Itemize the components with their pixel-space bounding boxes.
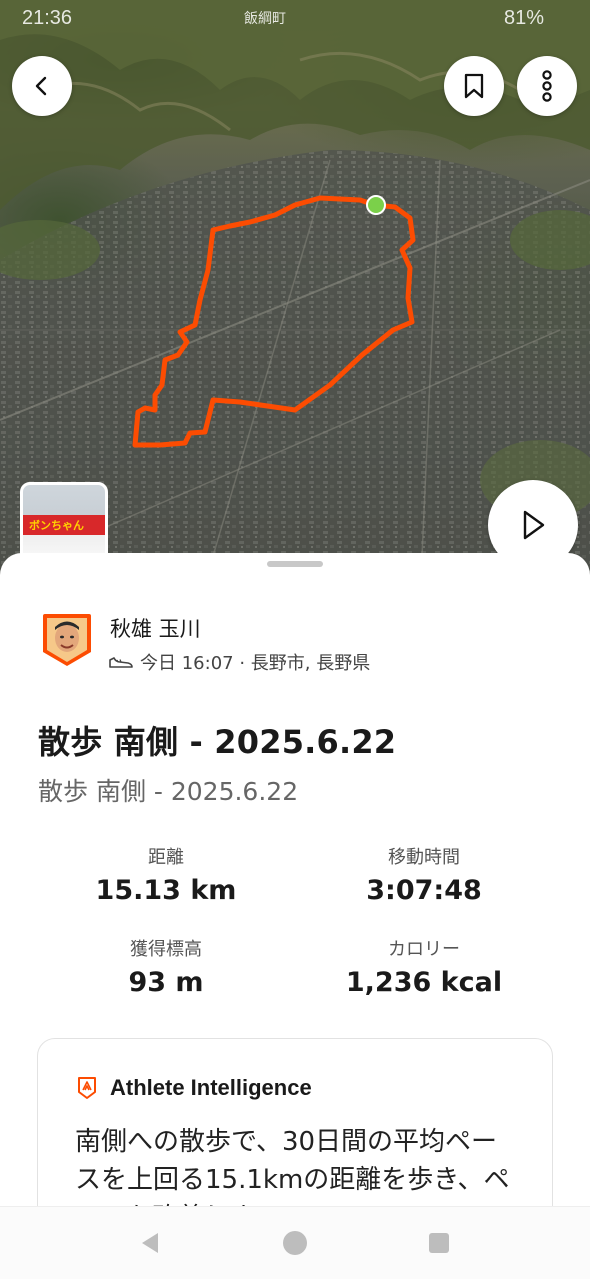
stat-value: 15.13 km: [95, 875, 237, 906]
athlete-avatar[interactable]: [41, 612, 93, 668]
activity-meta: 今日 16:07 · 長野市, 長野県: [108, 649, 370, 675]
route-line: [132, 195, 416, 448]
status-bar: 21:36 飯綱町 81%: [0, 0, 590, 36]
stat-label: 移動時間: [388, 847, 460, 868]
stat-value: 3:07:48: [366, 875, 482, 906]
back-button[interactable]: [12, 56, 72, 116]
stat-calories: カロリー 1,236 kcal: [294, 935, 554, 998]
stat-label: 獲得標高: [130, 939, 202, 960]
start-marker: [366, 195, 386, 215]
athlete-intelligence-title: Athlete Intelligence: [110, 1075, 312, 1100]
stat-label: 距離: [148, 847, 184, 868]
activity-title: 散歩 南側 - 2025.6.22: [38, 723, 397, 761]
stat-value: 1,236 kcal: [345, 967, 503, 998]
status-carrier: 飯綱町: [244, 10, 286, 26]
bookmark-button[interactable]: [444, 56, 504, 116]
athlete-intelligence-icon: [78, 1077, 96, 1099]
play-icon: [523, 510, 545, 540]
athlete-intelligence-card[interactable]: Athlete Intelligence 南側への散歩で、30日間の平均ペースを…: [37, 1038, 553, 1213]
activity-description: 散歩 南側 - 2025.6.22: [38, 777, 299, 806]
stat-elevation-gain: 獲得標高 93 m: [36, 935, 296, 998]
sheet-drag-handle[interactable]: [267, 561, 323, 567]
nav-home-icon[interactable]: [282, 1230, 308, 1256]
activity-sheet: 秋雄 玉川 今日 16:07 · 長野市, 長野県 散歩 南側 - 2025.6…: [0, 553, 590, 1213]
more-options-button[interactable]: [517, 56, 577, 116]
stat-value: 93 m: [128, 967, 204, 998]
walking-shoe-icon: [109, 657, 133, 668]
nav-recents-icon[interactable]: [427, 1231, 451, 1255]
status-battery: 81%: [503, 6, 544, 29]
stat-distance: 距離 15.13 km: [36, 843, 296, 906]
more-vertical-icon: [542, 70, 552, 102]
route-map[interactable]: 21:36 飯綱町 81% ボンちゃん: [0, 0, 590, 600]
nav-back-icon[interactable]: [139, 1231, 163, 1255]
athlete-intelligence-text: 南側への散歩で、30日間の平均ペースを上回る15.1kmの距離を歩き、ペースを改…: [75, 1127, 510, 1213]
athlete-name[interactable]: 秋雄 玉川: [110, 613, 201, 643]
chevron-left-icon: [35, 76, 47, 96]
system-nav-bar: [0, 1206, 590, 1279]
activity-meta-text: 今日 16:07 · 長野市, 長野県: [140, 653, 371, 674]
athlete-intelligence-header: Athlete Intelligence: [76, 1075, 312, 1101]
status-time: 21:36: [22, 6, 73, 29]
stat-label: カロリー: [388, 939, 460, 960]
bookmark-icon: [464, 73, 484, 99]
photo-sign-text: ボンちゃん: [23, 515, 105, 535]
stat-moving-time: 移動時間 3:07:48: [294, 843, 554, 906]
